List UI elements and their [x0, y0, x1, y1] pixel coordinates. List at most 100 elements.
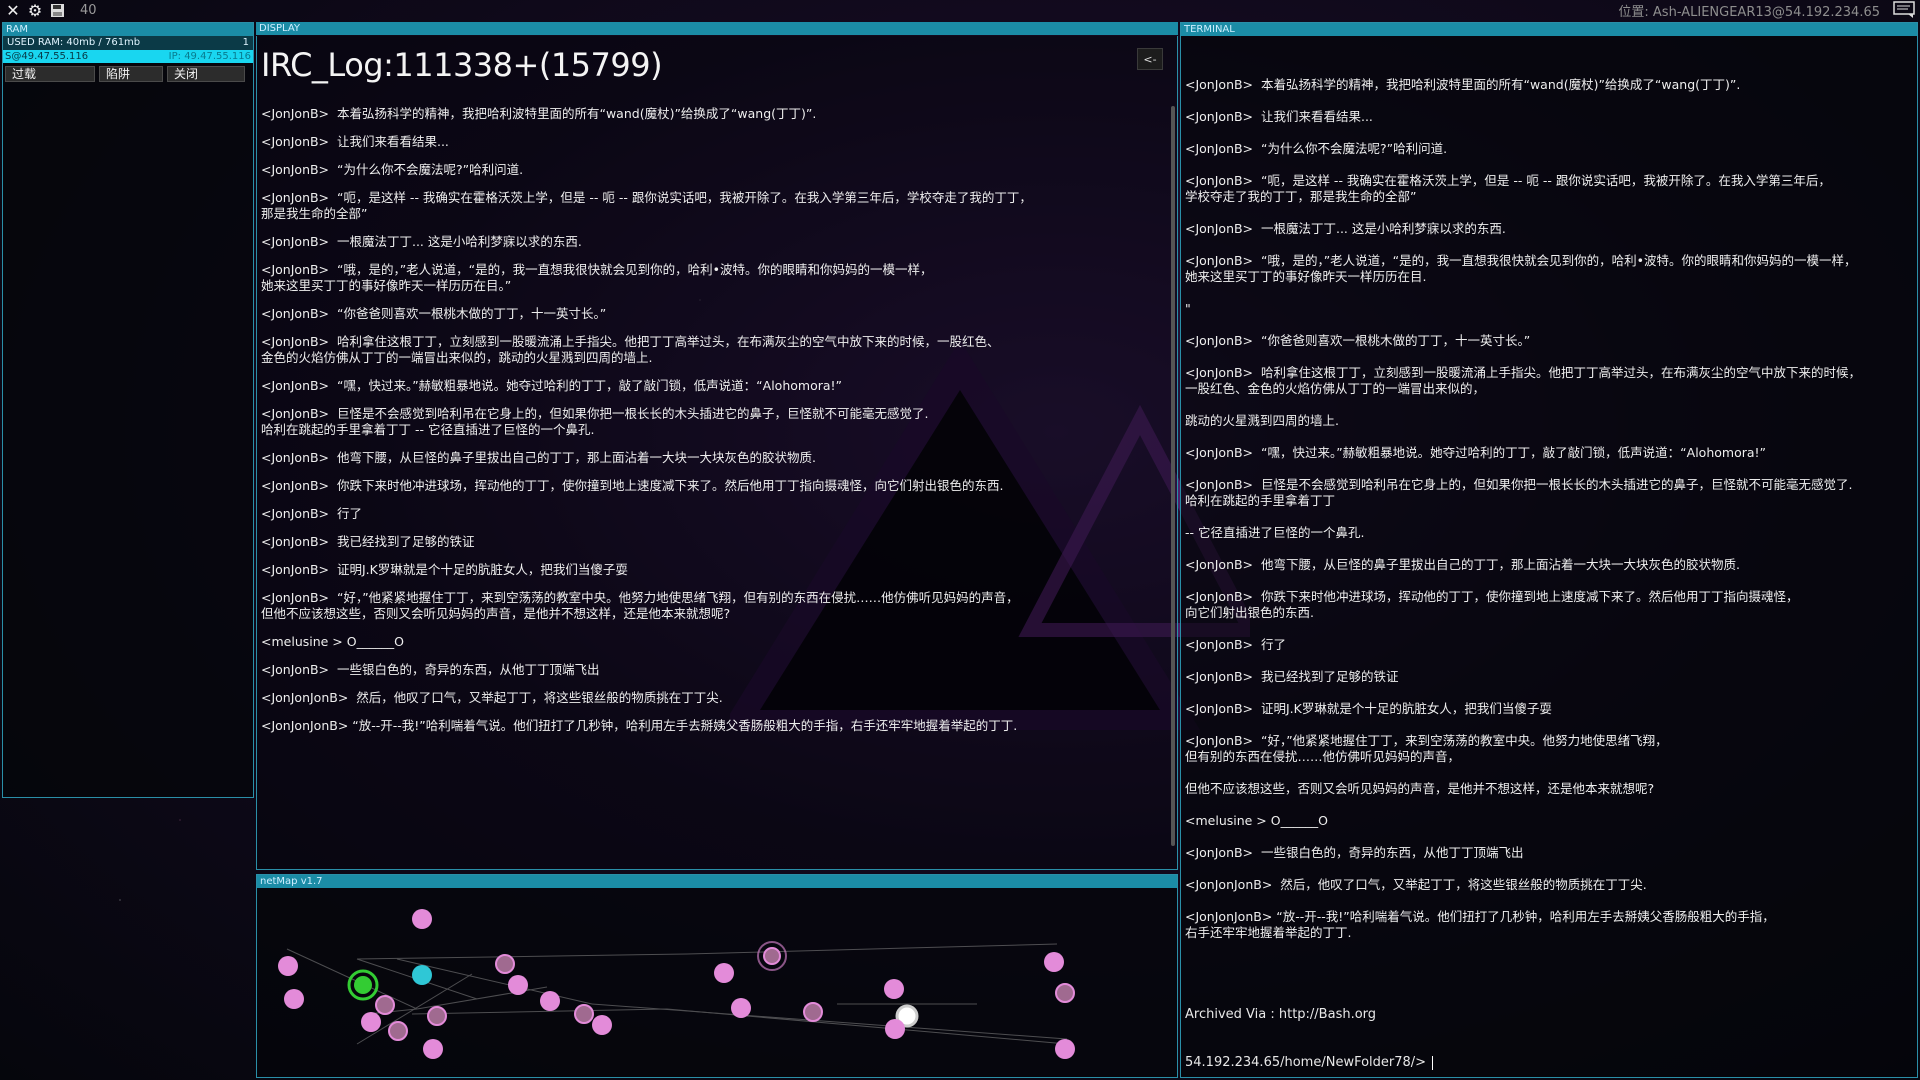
log-line: <JonJonJonB> “放--开--我!”哈利喘着气说。他们扭打了几秒钟，哈… — [261, 718, 1018, 733]
log-line: <JonJonB> “好，”他紧紧地握住丁丁，来到空荡荡的教室中央。他努力地使思… — [261, 590, 1019, 621]
display-panel: DISPLAY IRC_Log:111338+(15799) <- <JonJo… — [256, 22, 1178, 870]
log-line: " — [1185, 301, 1191, 316]
log-line: <JonJonB> 证明J.K罗琳就是个十足的肮脏女人，把我们当傻子耍 — [261, 562, 628, 577]
display-header: DISPLAY — [256, 22, 1178, 35]
log-line: <JonJonB> 本着弘扬科学的精神，我把哈利波特里面的所有“wand(魔杖)… — [261, 106, 817, 121]
back-button[interactable]: <- — [1137, 48, 1163, 70]
log-line: <JonJonB> 证明J.K罗琳就是个十足的肮脏女人，把我们当傻子耍 — [1185, 701, 1552, 716]
log-line: <JonJonB> “呃，是这样 -- 我确实在霍格沃茨上学，但是 -- 呃 -… — [261, 190, 1032, 221]
network-node[interactable] — [592, 1015, 612, 1035]
network-node[interactable] — [388, 1021, 408, 1041]
archived-via: Archived Via : http://Bash.org — [1185, 1007, 1377, 1022]
log-line: -- 它径直插进了巨怪的一个鼻孔. — [1185, 525, 1365, 540]
log-line: <JonJonB> 行了 — [1185, 637, 1286, 652]
network-node[interactable] — [1055, 983, 1075, 1003]
ram-process-entry[interactable]: S@49.47.55.116 IP: 49.47.55.116 — [3, 50, 253, 63]
network-node[interactable] — [1044, 952, 1064, 972]
netmap-header: netMap v1.7 — [257, 875, 1177, 888]
ram-usage-label: USED RAM: 40mb / 761mb — [7, 37, 141, 48]
ram-header: RAM — [3, 23, 253, 36]
log-line: 跳动的火星溅到四周的墙上. — [1185, 413, 1339, 428]
network-node[interactable] — [803, 1002, 823, 1022]
netmap-panel: netMap v1.7 — [256, 874, 1178, 1078]
page-title: IRC_Log:111338+(15799) — [261, 46, 663, 84]
network-node[interactable] — [508, 975, 528, 995]
network-node[interactable] — [284, 989, 304, 1009]
save-icon[interactable] — [48, 1, 66, 19]
log-line: <JonJonB> “为什么你不会魔法呢?”哈利问道. — [261, 162, 524, 177]
log-line: <JonJonB> 哈利拿住这根丁丁，立刻感到一股暖流涌上手指尖。他把丁丁高举过… — [261, 334, 1000, 365]
network-node[interactable] — [574, 1004, 594, 1024]
log-line: <JonJonB> “哦，是的，”老人说道，“是的，我一直想我很快就会见到你的，… — [1185, 253, 1857, 284]
scrollbar[interactable] — [1171, 106, 1175, 846]
log-line: <JonJonB> 一些银白色的，奇异的东西，从他丁丁顶端飞出 — [1185, 845, 1524, 860]
log-line: <JonJonB> 你跌下来时他冲进球场，挥动他的丁丁，使你撞到地上速度减下来了… — [261, 478, 1004, 493]
log-line: <JonJonB> “嘿，快过来。”赫敏粗暴地说。她夺过哈利的丁丁，敲了敲门锁，… — [261, 378, 843, 393]
log-line: <JonJonB> 巨怪是不会感觉到哈利吊在它身上的，但如果你把一根长长的木头插… — [1185, 477, 1853, 508]
chat-icon[interactable] — [1892, 0, 1916, 18]
terminal-panel: TERMINAL <JonJonB> 本着弘扬科学的精神，我把哈利波特里面的所有… — [1180, 22, 1918, 1078]
network-node[interactable] — [885, 1019, 905, 1039]
log-line: <JonJonB> “哦，是的，”老人说道，“是的，我一直想我很快就会见到你的，… — [261, 262, 933, 293]
log-line: <JonJonB> 一根魔法丁丁... 这是小哈利梦寐以求的东西. — [261, 234, 582, 249]
process-host: S@49.47.55.116 — [5, 51, 89, 62]
log-line: <JonJonB> “呃，是这样 -- 我确实在霍格沃茨上学，但是 -- 呃 -… — [1185, 173, 1831, 204]
log-line: <JonJonJonB> 然后，他叹了口气，又举起丁丁，将这些银丝般的物质挑在丁… — [261, 690, 723, 705]
log-line: <JonJonB> 一些银白色的，奇异的东西，从他丁丁顶端飞出 — [261, 662, 600, 677]
log-line: 但他不应该想这些，否则又会听见妈妈的声音，是他并不想这样，还是他本来就想呢? — [1185, 781, 1655, 796]
log-line: <JonJonB> “你爸爸则喜欢一根桃木做的丁丁，十一英寸长。” — [261, 306, 607, 321]
log-line: <JonJonB> 行了 — [261, 506, 362, 521]
network-node[interactable] — [427, 1006, 447, 1026]
network-node[interactable] — [884, 979, 904, 999]
network-node[interactable] — [763, 947, 781, 965]
log-line: <JonJonB> 他弯下腰，从巨怪的鼻子里拔出自己的丁丁，那上面沾着一大块一大… — [1185, 557, 1740, 572]
gear-icon[interactable]: ⚙ — [26, 1, 44, 20]
network-node[interactable] — [540, 991, 560, 1011]
terminal-header: TERMINAL — [1181, 23, 1917, 36]
trap-button[interactable]: 陷阱 — [99, 66, 163, 82]
display-body: IRC_Log:111338+(15799) <- <JonJonB> 本着弘扬… — [256, 36, 1178, 870]
log-line: <JonJonB> “你爸爸则喜欢一根桃木做的丁丁，十一英寸长。” — [1185, 333, 1531, 348]
network-node[interactable] — [714, 963, 734, 983]
log-line: <JonJonB> “嘿，快过来。”赫敏粗暴地说。她夺过哈利的丁丁，敲了敲门锁，… — [1185, 445, 1767, 460]
log-line: <JonJonB> 让我们来看看结果... — [261, 134, 449, 149]
ram-button-row: 过载 陷阱 关闭 — [3, 63, 253, 85]
ram-panel: RAM USED RAM: 40mb / 761mb 1 S@49.47.55.… — [2, 22, 254, 798]
overload-button[interactable]: 过载 — [5, 66, 95, 82]
log-line: <JonJonB> 他弯下腰，从巨怪的鼻子里拔出自己的丁丁，那上面沾着一大块一大… — [261, 450, 816, 465]
network-node[interactable] — [361, 1012, 381, 1032]
location-label: 位置: Ash-ALIENGEAR13@54.192.234.65 — [1618, 5, 1880, 20]
home-node-core — [354, 976, 372, 994]
network-node[interactable] — [375, 995, 395, 1015]
close-icon[interactable]: ✕ — [4, 1, 22, 20]
text-caret — [1432, 1055, 1434, 1070]
terminal-prompt[interactable]: 54.192.234.65/home/NewFolder78/> — [1185, 1055, 1434, 1070]
log-line: <JonJonB> 我已经找到了足够的铁证 — [261, 534, 475, 549]
network-node[interactable] — [423, 1039, 443, 1059]
log-line: <JonJonB> “好，”他紧紧地握住丁丁，来到空荡荡的教室中央。他努力地使思… — [1185, 733, 1668, 764]
log-line: <JonJonB> 本着弘扬科学的精神，我把哈利波特里面的所有“wand(魔杖)… — [1185, 77, 1741, 92]
network-node[interactable] — [278, 956, 298, 976]
network-node[interactable] — [731, 998, 751, 1018]
log-line: <JonJonB> 让我们来看看结果... — [1185, 109, 1373, 124]
ram-usage: USED RAM: 40mb / 761mb 1 — [3, 36, 253, 50]
log-line: <JonJonJonB> “放--开--我!”哈利喘着气说。他们扭打了几秒钟，哈… — [1185, 909, 1775, 940]
top-bar: ✕ ⚙ 40 位置: Ash-ALIENGEAR13@54.192.234.65 — [0, 0, 1920, 20]
prompt-path: 54.192.234.65/home/NewFolder78/> — [1185, 1055, 1427, 1070]
ram-usage-count: 1 — [242, 37, 249, 48]
terminal-output: <JonJonB> 本着弘扬科学的精神，我把哈利波特里面的所有“wand(魔杖)… — [1185, 77, 1910, 957]
process-count: 40 — [80, 2, 97, 18]
network-node[interactable] — [1055, 1039, 1075, 1059]
log-line: <JonJonB> 哈利拿住这根丁丁，立刻感到一股暖流涌上手指尖。他把丁丁高举过… — [1185, 365, 1861, 396]
network-node[interactable] — [495, 954, 515, 974]
network-node[interactable] — [412, 909, 432, 929]
irc-log: <JonJonB> 本着弘扬科学的精神，我把哈利波特里面的所有“wand(魔杖)… — [261, 106, 1141, 746]
log-line: <JonJonB> 我已经找到了足够的铁证 — [1185, 669, 1399, 684]
log-line: <JonJonB> 巨怪是不会感觉到哈利吊在它身上的，但如果你把一根长长的木头插… — [261, 406, 929, 437]
log-line: <melusine > O______O — [261, 634, 404, 649]
connected-node[interactable] — [412, 965, 432, 985]
close-button[interactable]: 关闭 — [167, 66, 245, 82]
log-line: <JonJonJonB> 然后，他叹了口气，又举起丁丁，将这些银丝般的物质挑在丁… — [1185, 877, 1647, 892]
log-line: <melusine > O______O — [1185, 813, 1328, 828]
log-line: <JonJonB> 你跌下来时他冲进球场，挥动他的丁丁，使你撞到地上速度减下来了… — [1185, 589, 1799, 620]
